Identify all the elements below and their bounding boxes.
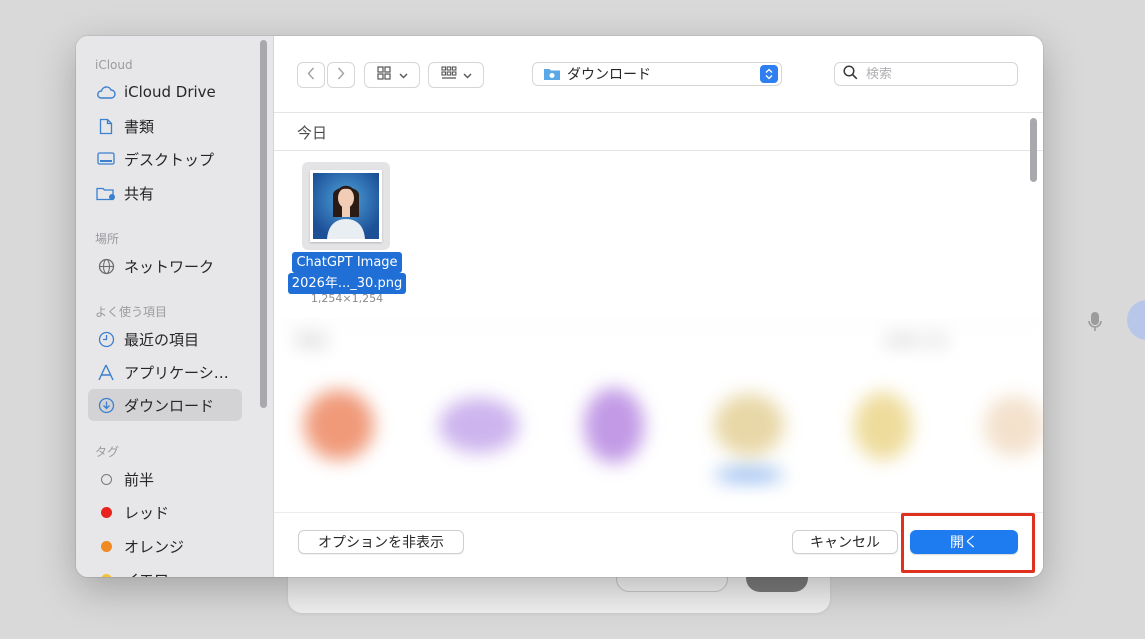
hide-options-button[interactable]: オプションを非表示 bbox=[298, 530, 464, 554]
background-avatar bbox=[1127, 300, 1145, 340]
cancel-button[interactable]: キャンセル bbox=[792, 530, 898, 554]
sidebar-item-tag-orange[interactable]: オレンジ bbox=[88, 530, 242, 562]
blurred-thumbnail bbox=[439, 398, 519, 453]
sidebar-item-label: レッド bbox=[124, 503, 170, 522]
section-title-yesterday: 昨日 bbox=[297, 332, 328, 350]
sidebar-item-label: デスクトップ bbox=[124, 150, 215, 169]
sidebar-item-label: 前半 bbox=[124, 470, 155, 489]
search-input[interactable] bbox=[866, 66, 1006, 82]
location-label: ダウンロード bbox=[567, 67, 651, 83]
sidebar-item-label: 最近の項目 bbox=[124, 330, 200, 349]
blurred-thumbnail bbox=[714, 394, 784, 456]
toolbar-divider bbox=[274, 112, 1043, 113]
sidebar-item-desktop[interactable]: デスクトップ bbox=[88, 143, 242, 175]
clock-icon bbox=[96, 329, 116, 349]
sidebar-item-documents[interactable]: 書類 bbox=[88, 110, 242, 142]
file-name-line-2: 2026年..._30.png bbox=[287, 273, 407, 294]
sidebar-item-label: ネットワーク bbox=[124, 257, 215, 276]
sidebar-item-label: iCloud Drive bbox=[124, 83, 216, 101]
chevron-down-icon bbox=[399, 68, 408, 83]
folder-icon bbox=[543, 67, 561, 81]
sidebar-item-label: オレンジ bbox=[124, 537, 185, 556]
location-select[interactable]: ダウンロード bbox=[532, 62, 782, 86]
microphone-icon bbox=[1087, 311, 1105, 333]
document-icon bbox=[96, 116, 116, 136]
blurred-divider bbox=[274, 318, 1043, 319]
cloud-icon bbox=[96, 82, 116, 102]
chevron-down-icon bbox=[463, 68, 472, 83]
sidebar-item-shared[interactable]: 共有 bbox=[88, 177, 242, 209]
group-grid-icon bbox=[440, 66, 457, 84]
sidebar-item-tag-yellow[interactable]: イエロ bbox=[88, 563, 242, 577]
blurred-label bbox=[714, 468, 784, 482]
desktop-icon bbox=[96, 149, 116, 169]
file-name-line-1: ChatGPT Image bbox=[292, 252, 402, 273]
file-thumbnail bbox=[302, 162, 390, 250]
sidebar-section-locations: 場所 bbox=[95, 232, 120, 246]
search-field[interactable] bbox=[834, 62, 1018, 86]
sidebar-item-network[interactable]: ネットワーク bbox=[88, 250, 242, 282]
image-preview bbox=[310, 170, 382, 242]
blurred-thumbnail bbox=[854, 392, 912, 460]
download-icon bbox=[96, 395, 116, 415]
group-by-button[interactable] bbox=[428, 62, 484, 88]
sidebar-item-icloud-drive[interactable]: iCloud Drive bbox=[88, 76, 242, 108]
globe-icon bbox=[96, 256, 116, 276]
show-more-link[interactable]: を表示 (24) bbox=[884, 332, 948, 349]
sidebar-section-favorites: よく使う項目 bbox=[95, 305, 168, 319]
applications-icon bbox=[96, 362, 116, 382]
file-browser: ダウンロード 今日 bbox=[274, 36, 1043, 577]
up-down-stepper-icon bbox=[760, 65, 778, 83]
tag-yellow-icon bbox=[96, 569, 116, 577]
sidebar-item-applications[interactable]: アプリケーシ… bbox=[88, 356, 242, 388]
sidebar-section-tags: タグ bbox=[95, 445, 120, 459]
sidebar-item-label: 共有 bbox=[124, 184, 155, 203]
search-icon bbox=[843, 64, 858, 84]
file-dimensions: 1,254×1,254 bbox=[310, 292, 384, 305]
toolbar: ダウンロード bbox=[274, 36, 1043, 112]
tag-red-icon bbox=[96, 502, 116, 522]
content-scrollbar[interactable] bbox=[1030, 118, 1037, 182]
icon-view-grid-icon bbox=[376, 66, 391, 84]
file-name: ChatGPT Image 2026年..._30.png bbox=[280, 252, 414, 294]
tag-orange-icon bbox=[96, 536, 116, 556]
blurred-content-region: 昨日 を表示 (24) bbox=[274, 318, 1043, 508]
sidebar-item-tag-red[interactable]: レッド bbox=[88, 496, 242, 528]
forward-button[interactable] bbox=[327, 62, 355, 88]
sidebar: iCloud iCloud Drive 書類 デスクトップ 共有 場所 ネットワ… bbox=[76, 36, 274, 577]
sidebar-scrollbar[interactable] bbox=[260, 40, 267, 408]
tag-empty-icon bbox=[96, 469, 116, 489]
blurred-thumbnail bbox=[304, 390, 374, 460]
sidebar-item-recents[interactable]: 最近の項目 bbox=[88, 323, 242, 355]
section-divider bbox=[274, 150, 1043, 151]
file-open-dialog: iCloud iCloud Drive 書類 デスクトップ 共有 場所 ネットワ… bbox=[76, 36, 1043, 577]
sidebar-item-label: ダウンロード bbox=[124, 396, 215, 415]
sidebar-item-downloads[interactable]: ダウンロード bbox=[88, 389, 242, 421]
sidebar-item-label: イエロ bbox=[124, 569, 169, 578]
back-button[interactable] bbox=[297, 62, 325, 88]
blurred-thumbnail bbox=[984, 396, 1043, 456]
sidebar-item-tag-first-half[interactable]: 前半 bbox=[88, 463, 242, 495]
sidebar-item-label: アプリケーシ… bbox=[124, 363, 229, 382]
sidebar-section-icloud: iCloud bbox=[95, 58, 133, 72]
shared-folder-icon bbox=[96, 183, 116, 203]
chevron-left-icon bbox=[307, 67, 315, 84]
open-button-highlight bbox=[901, 513, 1035, 573]
view-mode-button[interactable] bbox=[364, 62, 420, 88]
section-title-today: 今日 bbox=[297, 124, 328, 142]
sidebar-item-label: 書類 bbox=[124, 117, 155, 136]
blurred-thumbnail bbox=[584, 388, 644, 463]
chevron-right-icon bbox=[337, 67, 345, 84]
